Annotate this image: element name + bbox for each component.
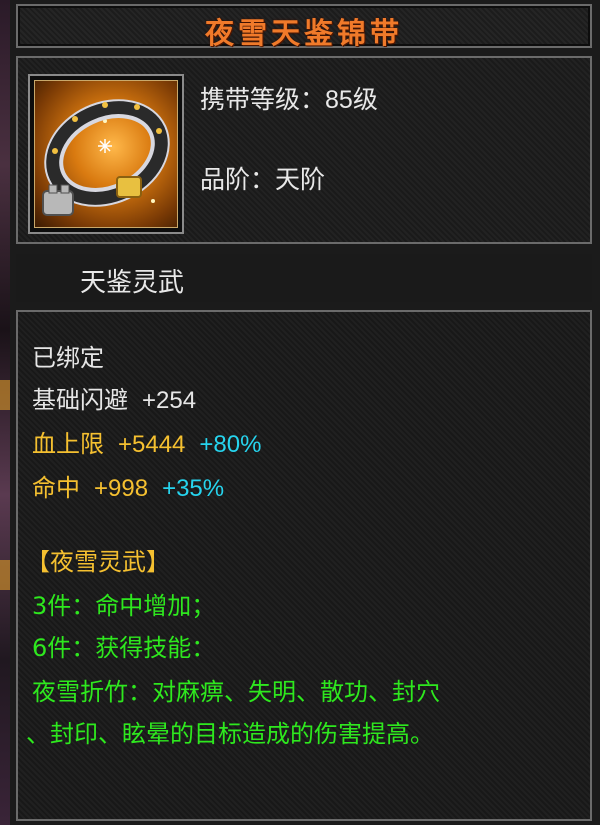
stat-hp-value: +5444: [118, 431, 186, 458]
set-skill-line-1: 夜雪折竹：对麻痹、失明、散功、封穴: [32, 678, 440, 706]
item-subtitle-bar: 天鉴灵武: [16, 254, 592, 302]
stat-hit-bonus: +35%: [162, 475, 225, 502]
item-icon-frame: [28, 74, 184, 234]
grade-label: 品阶：: [200, 165, 276, 194]
carry-level: 携带等级：85级: [200, 80, 378, 116]
grade-value: 天阶: [275, 165, 326, 194]
stat-hp-bonus: +80%: [199, 431, 262, 458]
belt-icon: [34, 80, 178, 228]
stat-dodge-value: +254: [142, 387, 197, 414]
stat-hit: 命中 +998 +35%: [32, 468, 224, 503]
set-bonus-3: 3件：命中增加；: [32, 592, 216, 620]
left-window-edge: [0, 0, 10, 825]
set-bonus-6: 6件：获得技能：: [32, 634, 216, 662]
edge-decoration: [0, 560, 10, 590]
item-subtitle: 天鉴灵武: [80, 268, 185, 298]
stat-hp: 血上限 +5444 +80%: [32, 424, 261, 459]
item-grade: 品阶：天阶: [200, 160, 325, 196]
title-bar: 夜雪天鉴锦带: [16, 4, 592, 50]
stat-hit-value: +998: [94, 475, 149, 502]
edge-decoration: [0, 380, 10, 410]
set-skill-line-2: 、封印、眩晕的目标造成的伤害提高。: [26, 720, 434, 748]
item-stats-box: 已绑定 基础闪避 +254 血上限 +5444 +80% 命中 +998 +35% 【夜雪…: [16, 310, 592, 821]
item-tooltip-panel: 夜雪天鉴锦带 携带等级：85级 品阶：天阶 天鉴灵武 已绑定 基础闪避 +254…: [10, 0, 600, 825]
item-title: 夜雪天鉴锦带: [204, 16, 403, 50]
carry-level-value: 85级: [325, 86, 378, 114]
bound-status: 已绑定: [32, 344, 104, 372]
stat-hp-label: 血上限: [32, 430, 104, 458]
stat-hit-label: 命中: [32, 474, 80, 502]
set-name: 【夜雪灵武】: [26, 548, 170, 576]
stat-dodge: 基础闪避 +254: [32, 380, 196, 415]
item-header: 携带等级：85级 品阶：天阶: [16, 56, 592, 244]
stat-dodge-label: 基础闪避: [32, 386, 128, 414]
carry-level-label: 携带等级：: [200, 85, 326, 114]
